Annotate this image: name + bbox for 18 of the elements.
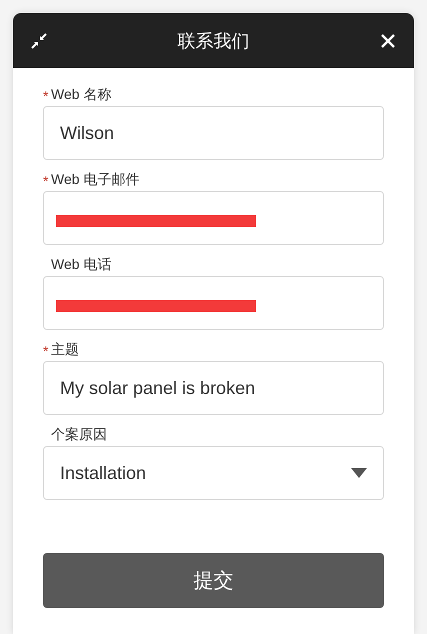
field-label: Web 电子邮件 [51, 171, 140, 189]
collapse-icon[interactable] [31, 32, 47, 48]
field-label: Web 电话 [51, 256, 112, 274]
window-title: 联系我们 [178, 30, 250, 52]
input-field[interactable] [43, 276, 384, 330]
field-label: 个案原因 [51, 426, 107, 444]
input-field[interactable]: Wilson [43, 106, 384, 160]
field-label: Web 名称 [51, 86, 112, 104]
input-field[interactable]: My solar panel is broken [43, 361, 384, 415]
field-label: 主题 [51, 341, 79, 359]
dropdown[interactable]: Installation [43, 446, 384, 500]
required-mark: * [43, 343, 50, 359]
required-mark: * [43, 88, 50, 104]
required-mark: * [43, 173, 50, 189]
caret-icon [351, 468, 367, 478]
submit-button[interactable]: 提交 [43, 553, 384, 608]
input-field[interactable] [43, 191, 384, 245]
close-icon[interactable] [380, 32, 396, 48]
